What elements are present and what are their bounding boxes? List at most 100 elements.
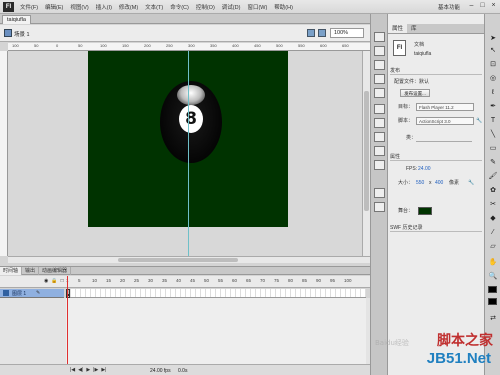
scroll-thumb[interactable]	[118, 258, 238, 262]
frame-number: 45	[190, 278, 196, 283]
menu-window[interactable]: 窗口(W)	[247, 3, 267, 11]
menu-help[interactable]: 帮助(H)	[274, 3, 293, 11]
outline-icon[interactable]: □	[61, 278, 64, 284]
swatches-icon[interactable]	[374, 46, 385, 56]
menu-debug[interactable]: 调试(D)	[222, 3, 241, 11]
document-tab[interactable]: taiqiufla	[2, 15, 31, 24]
edit-symbol-icon[interactable]	[318, 29, 326, 37]
ruler-tick: 350	[210, 43, 217, 48]
menu-commands[interactable]: 命令(C)	[170, 3, 189, 11]
scene-icon[interactable]	[4, 29, 12, 37]
eight-ball[interactable]: 8	[160, 81, 222, 163]
eye-icon[interactable]: ◉	[44, 278, 48, 284]
last-frame-icon[interactable]: ▶|	[101, 367, 106, 373]
menu-modify[interactable]: 修改(M)	[119, 3, 138, 11]
menu-items: 文件(F) 编辑(E) 视图(V) 插入(I) 修改(M) 文本(T) 命令(C…	[20, 3, 293, 11]
history-icon[interactable]	[374, 160, 385, 170]
scene-bar: 场景 1 100%	[0, 25, 370, 42]
rectangle-tool-icon[interactable]: ▭	[488, 144, 498, 153]
edit-scene-icon[interactable]	[307, 29, 315, 37]
subselection-tool-icon[interactable]: ↖	[488, 46, 498, 55]
script-select[interactable]: ActionScript 3.0	[416, 117, 474, 125]
pencil-tool-icon[interactable]: ✎	[488, 158, 498, 167]
wrench-icon[interactable]: 🔧	[476, 117, 482, 125]
document-type: 文档	[414, 42, 425, 48]
brush-tool-icon[interactable]: 🖌	[488, 172, 498, 181]
next-frame-icon[interactable]: |▶	[93, 367, 98, 373]
publish-section[interactable]: 发布	[390, 67, 482, 75]
publish-settings-button[interactable]: 发布设置...	[400, 89, 430, 97]
line-tool-icon[interactable]: ╲	[488, 130, 498, 139]
menu-insert[interactable]: 插入(I)	[96, 3, 112, 11]
ruler-tick: 200	[144, 43, 151, 48]
components-icon[interactable]	[374, 104, 385, 114]
hand-tool-icon[interactable]: ✋	[488, 258, 498, 267]
swf-history-section[interactable]: SWF 历史记录	[390, 224, 482, 232]
stage-color-swatch[interactable]	[418, 207, 432, 215]
scene-panel-icon[interactable]	[374, 202, 385, 212]
prev-frame-icon[interactable]: ◀|	[78, 367, 83, 373]
bone-tool-icon[interactable]: ✂	[488, 200, 498, 209]
motion-presets-icon[interactable]	[374, 118, 385, 128]
vertical-scrollbar[interactable]	[362, 51, 370, 256]
wrench-icon[interactable]: 🔧	[468, 179, 474, 187]
horizontal-scrollbar[interactable]	[8, 256, 370, 263]
lasso-icon[interactable]: ℓ	[488, 88, 498, 97]
transform-icon[interactable]	[374, 88, 385, 98]
text-tool-icon[interactable]: T	[488, 116, 498, 125]
pen-icon[interactable]: ✒	[488, 102, 498, 111]
zoom-select[interactable]: 100%	[330, 28, 364, 38]
minimize-icon[interactable]: –	[467, 1, 476, 10]
zoom-tool-icon[interactable]: 🔍	[488, 272, 498, 281]
3d-rotation-icon[interactable]: ◎	[488, 74, 498, 83]
layer-name[interactable]: 图层 1	[12, 290, 26, 297]
ruler-tick: 100	[100, 43, 107, 48]
tab-properties[interactable]: 属性	[388, 24, 408, 33]
info-icon[interactable]	[374, 74, 385, 84]
deco-tool-icon[interactable]: ✿	[488, 186, 498, 195]
properties-section[interactable]: 属性	[390, 153, 482, 161]
first-frame-icon[interactable]: |◀	[70, 367, 75, 373]
paint-bucket-icon[interactable]: ◆	[488, 214, 498, 223]
swap-colors-icon[interactable]: ⇄	[488, 314, 498, 323]
selection-tool-icon[interactable]: ➤	[488, 34, 498, 43]
tab-library[interactable]: 库	[407, 24, 421, 33]
eyedropper-icon[interactable]: ⁄	[488, 228, 498, 237]
scene-label[interactable]: 场景 1	[14, 30, 30, 38]
align-icon[interactable]	[374, 60, 385, 70]
code-snippets-icon[interactable]	[374, 132, 385, 142]
actions-icon[interactable]	[374, 146, 385, 156]
color-panel-icon[interactable]	[374, 32, 385, 42]
menu-edit[interactable]: 编辑(E)	[45, 3, 63, 11]
frame-number: 90	[316, 278, 322, 283]
fill-color-swatch[interactable]	[488, 298, 497, 305]
layer-info[interactable]: 图层 1 ✎	[0, 289, 64, 298]
tab-output[interactable]: 输出	[22, 267, 40, 275]
eraser-icon[interactable]: ▱	[488, 242, 498, 251]
menu-text[interactable]: 文本(T)	[145, 3, 163, 11]
project-icon[interactable]	[374, 188, 385, 198]
play-icon[interactable]: ▶	[86, 367, 90, 373]
menu-control[interactable]: 控制(O)	[196, 3, 215, 11]
size-width[interactable]: 550	[416, 179, 424, 187]
menu-file[interactable]: 文件(F)	[20, 3, 38, 11]
tab-motion-editor[interactable]: 动画编辑器	[39, 267, 72, 275]
fps-value[interactable]: 24.00	[418, 165, 431, 173]
stroke-color-swatch[interactable]	[488, 286, 497, 293]
layer-row[interactable]: 图层 1 ✎	[0, 289, 370, 298]
scroll-thumb[interactable]	[364, 91, 369, 211]
playhead[interactable]	[67, 276, 68, 364]
lock-icon[interactable]: 🔒	[51, 278, 57, 284]
workspace-switcher[interactable]: 基本功能	[438, 3, 460, 11]
maximize-icon[interactable]: □	[478, 1, 487, 10]
menu-view[interactable]: 视图(V)	[70, 3, 88, 11]
close-icon[interactable]: ×	[489, 1, 498, 10]
size-height[interactable]: 400	[435, 179, 443, 187]
target-select[interactable]: Flash Player 11.2	[416, 103, 474, 111]
guide-line[interactable]	[188, 51, 189, 256]
class-field[interactable]	[416, 134, 472, 142]
frame-number: 25	[134, 278, 140, 283]
layer-frames[interactable]	[66, 289, 366, 298]
free-transform-icon[interactable]: ⊡	[488, 60, 498, 69]
tab-timeline[interactable]: 时间轴	[0, 267, 23, 275]
